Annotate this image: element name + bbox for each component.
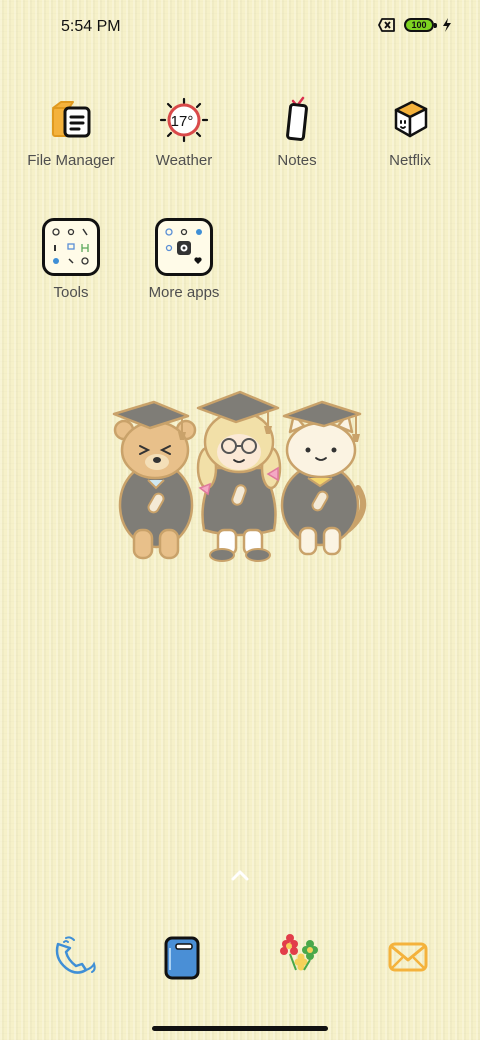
app-label: Weather [155, 152, 213, 169]
app-netflix[interactable]: Netflix [353, 96, 467, 169]
app-label: File Manager [27, 152, 115, 169]
app-notes[interactable]: Notes [240, 96, 354, 169]
battery-icon: 100 [404, 18, 437, 32]
tools-folder-icon [42, 218, 100, 276]
status-bar: 5:54 PM 100 [0, 0, 480, 56]
more-apps-mini-icons [165, 228, 202, 264]
battery-level: 100 [411, 20, 427, 30]
app-label: More apps [148, 284, 220, 301]
file-manager-icon [52, 101, 91, 138]
folder-more-apps[interactable]: More apps [127, 218, 241, 301]
tools-mini-icons [52, 228, 89, 265]
dock-messages[interactable] [380, 930, 436, 986]
charging-bolt-icon [443, 18, 451, 32]
no-sim-icon [378, 18, 395, 32]
status-icons: 100 [378, 18, 452, 32]
dock-phone[interactable] [46, 930, 102, 986]
app-label: Notes [277, 152, 317, 169]
dock-gallery[interactable] [270, 930, 326, 986]
dock-notebook[interactable] [154, 930, 210, 986]
flowers-icon [280, 934, 318, 971]
notebook-icon [164, 936, 200, 980]
app-weather[interactable]: 17° Weather [127, 96, 241, 169]
phone-icon [55, 936, 96, 974]
netflix-box-icon [394, 100, 428, 138]
weather-sun-icon: 17° [159, 97, 209, 143]
app-label: Tools [53, 284, 89, 301]
more-apps-folder-icon [155, 218, 213, 276]
girl-graduate-illustration [196, 390, 282, 562]
weather-temperature: 17° [171, 113, 194, 130]
notes-icon [286, 96, 308, 141]
bear-graduate-illustration [112, 400, 197, 560]
cat-graduate-illustration [280, 400, 367, 556]
envelope-icon [388, 942, 428, 972]
swipe-up-chevron-icon[interactable] [230, 868, 250, 882]
home-indicator[interactable] [152, 1026, 328, 1031]
app-file-manager[interactable]: File Manager [14, 96, 128, 169]
graduation-friends-illustration [112, 390, 367, 562]
status-time: 5:54 PM [61, 18, 121, 35]
folder-tools[interactable]: Tools [14, 218, 128, 301]
app-label: Netflix [389, 152, 431, 169]
